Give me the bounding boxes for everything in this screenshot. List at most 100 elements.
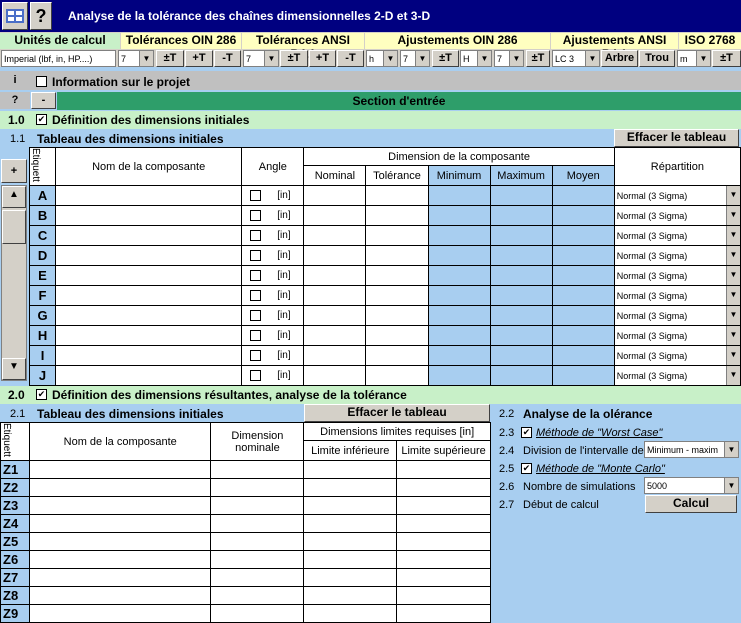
entry-help-button[interactable]: ?	[0, 92, 30, 109]
monte-carlo-label[interactable]: Méthode de "Monte Carlo"	[536, 463, 665, 475]
aj-ansi-select[interactable]: LC 3 ▼	[552, 50, 600, 67]
nominal-cell[interactable]	[210, 514, 305, 533]
tol-cell[interactable]	[365, 325, 429, 346]
name-cell[interactable]	[28, 568, 212, 587]
tol-cell[interactable]	[365, 225, 429, 246]
inf-cell[interactable]	[303, 568, 398, 587]
tol-cell[interactable]	[365, 185, 429, 206]
nominal-cell[interactable]	[210, 532, 305, 551]
interval-select[interactable]: Minimum - maxim ▼	[644, 441, 739, 458]
angle-checkbox[interactable]	[250, 309, 262, 321]
calcul-button[interactable]: Calcul	[645, 495, 737, 513]
help-button[interactable]: ?	[30, 2, 52, 30]
scroll-up-icon[interactable]: ▲	[2, 186, 26, 208]
iso-select[interactable]: m ▼	[677, 50, 711, 67]
name-cell[interactable]	[55, 245, 243, 266]
scroll-thumb[interactable]	[2, 210, 26, 244]
inf-cell[interactable]	[303, 460, 398, 479]
tol-ansi-select[interactable]: 7 ▼	[243, 50, 279, 67]
tol-ansi-plus-button[interactable]: +T	[309, 50, 336, 67]
nominal-cell[interactable]	[210, 586, 305, 605]
dist-select[interactable]: Normal (3 Sigma) ▼	[613, 345, 741, 366]
nominal-cell[interactable]	[210, 550, 305, 569]
inf-cell[interactable]	[303, 496, 398, 515]
nominal-cell[interactable]	[303, 325, 367, 346]
nominal-cell[interactable]	[303, 245, 367, 266]
tol-cell[interactable]	[365, 265, 429, 286]
angle-checkbox[interactable]	[250, 249, 262, 261]
sup-cell[interactable]	[396, 460, 491, 479]
dist-select[interactable]: Normal (3 Sigma) ▼	[613, 245, 741, 266]
iso-pm-button[interactable]: ±T	[712, 50, 741, 67]
name-cell[interactable]	[55, 265, 243, 286]
s2-checkbox[interactable]: ✔	[36, 388, 47, 400]
nominal-cell[interactable]	[303, 205, 367, 226]
tol-ansi-minus-button[interactable]: -T	[337, 50, 364, 67]
sup-cell[interactable]	[396, 604, 491, 623]
name-cell[interactable]	[28, 496, 212, 515]
sup-cell[interactable]	[396, 478, 491, 497]
sup-cell[interactable]	[396, 550, 491, 569]
inf-cell[interactable]	[303, 514, 398, 533]
name-cell[interactable]	[55, 365, 243, 386]
angle-checkbox[interactable]	[250, 189, 262, 201]
s1-checkbox[interactable]: ✔	[36, 113, 47, 125]
add-row-button[interactable]: +	[1, 159, 27, 183]
inf-cell[interactable]	[303, 604, 398, 623]
aj-oin-hole-select[interactable]: H ▼	[460, 50, 492, 67]
name-cell[interactable]	[55, 185, 243, 206]
dist-select[interactable]: Normal (3 Sigma) ▼	[613, 185, 741, 206]
inf-cell[interactable]	[303, 532, 398, 551]
sup-cell[interactable]	[396, 514, 491, 533]
angle-checkbox[interactable]	[250, 369, 262, 381]
simulations-select[interactable]: 5000 ▼	[644, 477, 739, 494]
angle-checkbox[interactable]	[250, 289, 262, 301]
nominal-cell[interactable]	[303, 285, 367, 306]
tol-oin-select[interactable]: 7 ▼	[118, 50, 154, 67]
nominal-cell[interactable]	[210, 496, 305, 515]
nominal-cell[interactable]	[303, 365, 367, 386]
tol-oin-plus-button[interactable]: +T	[185, 50, 213, 67]
name-cell[interactable]	[28, 478, 212, 497]
tol-cell[interactable]	[365, 245, 429, 266]
aj-oin-shaft-grade-select[interactable]: 7 ▼	[400, 50, 430, 67]
angle-checkbox[interactable]	[250, 329, 262, 341]
name-cell[interactable]	[28, 460, 212, 479]
angle-checkbox[interactable]	[250, 269, 262, 281]
name-cell[interactable]	[55, 205, 243, 226]
nominal-cell[interactable]	[303, 345, 367, 366]
name-cell[interactable]	[28, 514, 212, 533]
dist-select[interactable]: Normal (3 Sigma) ▼	[613, 285, 741, 306]
dist-select[interactable]: Normal (3 Sigma) ▼	[613, 225, 741, 246]
name-cell[interactable]	[55, 285, 243, 306]
aj-oin-pm-button[interactable]: ±T	[432, 50, 459, 67]
dist-select[interactable]: Normal (3 Sigma) ▼	[613, 365, 741, 386]
name-cell[interactable]	[55, 305, 243, 326]
worst-case-label[interactable]: Méthode de "Worst Case"	[536, 427, 662, 439]
scroll-down-icon[interactable]: ▼	[2, 358, 26, 380]
name-cell[interactable]	[55, 225, 243, 246]
aj-oin-shaft-select[interactable]: h ▼	[366, 50, 398, 67]
app-icon-button[interactable]	[2, 2, 28, 30]
inf-cell[interactable]	[303, 550, 398, 569]
tol-oin-minus-button[interactable]: -T	[214, 50, 241, 67]
name-cell[interactable]	[55, 325, 243, 346]
aj-oin-pm2-button[interactable]: ±T	[526, 50, 550, 67]
dist-select[interactable]: Normal (3 Sigma) ▼	[613, 305, 741, 326]
dist-select[interactable]: Normal (3 Sigma) ▼	[613, 205, 741, 226]
nominal-cell[interactable]	[303, 225, 367, 246]
sup-cell[interactable]	[396, 586, 491, 605]
name-cell[interactable]	[28, 532, 212, 551]
aj-oin-hole-grade-select[interactable]: 7 ▼	[494, 50, 524, 67]
angle-checkbox[interactable]	[250, 229, 262, 241]
sup-cell[interactable]	[396, 568, 491, 587]
tol-cell[interactable]	[365, 285, 429, 306]
monte-carlo-checkbox[interactable]: ✔	[521, 462, 532, 474]
tol-cell[interactable]	[365, 365, 429, 386]
dist-select[interactable]: Normal (3 Sigma) ▼	[613, 265, 741, 286]
name-cell[interactable]	[55, 345, 243, 366]
tol-ansi-pm-button[interactable]: ±T	[280, 50, 308, 67]
angle-checkbox[interactable]	[250, 209, 262, 221]
name-cell[interactable]	[28, 604, 212, 623]
inf-cell[interactable]	[303, 586, 398, 605]
